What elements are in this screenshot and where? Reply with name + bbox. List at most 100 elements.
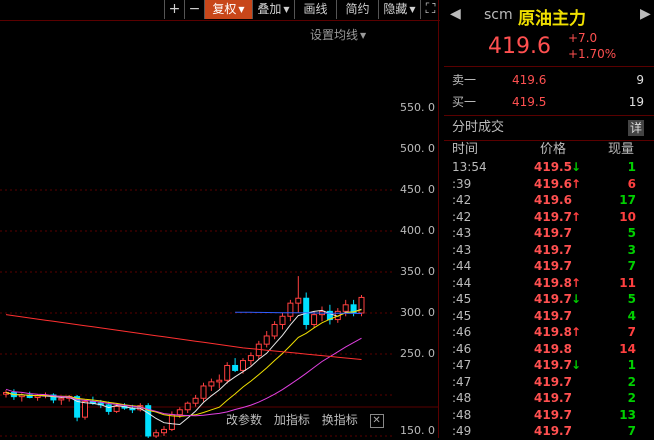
quote-panel: ◀ scm 原油主力 ▶ 419.6 +7.0 +1.70% 卖一 419.6 … [444, 0, 654, 438]
tick-row: :42 419.6 17 [444, 192, 654, 209]
tick-row: :46 419.8 ↑ 7 [444, 324, 654, 341]
jianyue-button[interactable]: 简约 [336, 0, 378, 19]
tick-row: :43 419.7 3 [444, 242, 654, 259]
tick-price: 419.7 [534, 242, 572, 257]
y-tick-label: 150. 0 [400, 424, 435, 437]
tick-price: 419.7 [534, 374, 572, 389]
fuquan-label: 复权 [212, 2, 237, 16]
next-contract-icon[interactable]: ▶ [640, 6, 651, 22]
tick-time: :48 [452, 391, 472, 405]
tick-row: :47 419.7 2 [444, 374, 654, 391]
candle-up [216, 379, 223, 383]
tick-price: 419.7 [534, 407, 572, 422]
tick-row: 13:54 419.5 ↓ 1 [444, 159, 654, 176]
ask-label: 卖一 [452, 73, 477, 87]
tick-volume: 11 [619, 275, 636, 290]
contract-name: 原油主力 [518, 9, 586, 29]
fullscreen-icon[interactable]: ⛶ [420, 0, 440, 19]
tick-row: :44 419.7 7 [444, 258, 654, 275]
tick-volume: 4 [627, 308, 636, 323]
tick-volume: 7 [627, 259, 636, 273]
tick-volume: 14 [619, 341, 636, 356]
tick-volume: 1 [627, 160, 636, 174]
tick-volume: 1 [627, 358, 636, 372]
yincang-button[interactable]: 隐藏 ▼ [378, 0, 420, 19]
tick-price: 419.5 [534, 160, 572, 174]
tick-row: :42 419.7 ↑ 10 [444, 209, 654, 226]
candle-up [287, 302, 294, 317]
order-book: 卖一 419.6 9 买一 419.5 19 [444, 67, 654, 116]
tick-price: 419.7 [534, 391, 572, 405]
candle-up [311, 314, 318, 325]
tick-volume: 2 [627, 391, 636, 405]
swap-indicator-link[interactable]: 换指标 [322, 413, 358, 427]
tick-volume: 3 [627, 242, 636, 257]
yincang-label: 隐藏 [383, 2, 408, 16]
modify-params-link[interactable]: 改参数 [226, 413, 262, 427]
tick-row: :46 419.8 14 [444, 341, 654, 358]
contract-code: scm [484, 7, 513, 23]
detail-button[interactable]: 详 [628, 120, 644, 136]
tick-row: :48 419.7 2 [444, 390, 654, 407]
candle-up [184, 402, 191, 411]
candle-up [295, 297, 302, 304]
tick-price: 419.7 [534, 226, 572, 240]
tick-time: :42 [452, 209, 472, 224]
tick-volume: 5 [627, 226, 636, 240]
bid-label: 买一 [452, 95, 477, 109]
y-tick-label: 400. 0 [400, 224, 435, 237]
col-volume: 现量 [608, 142, 635, 157]
tick-time: :45 [452, 308, 472, 323]
arrow-up-icon: ↑ [571, 209, 582, 224]
diejia-button[interactable]: 叠加 ▼ [252, 0, 294, 19]
candle-up [279, 315, 286, 325]
candlestick-chart[interactable] [0, 20, 438, 438]
tick-time: 13:54 [452, 160, 487, 174]
tick-volume: 10 [619, 209, 636, 224]
y-tick-label: 450. 0 [400, 183, 435, 196]
col-time: 时间 [452, 142, 479, 157]
change-value: +7.0 [568, 31, 598, 45]
prev-contract-icon[interactable]: ◀ [450, 6, 461, 22]
quote-header: ◀ scm 原油主力 ▶ 419.6 +7.0 +1.70% [444, 0, 654, 67]
fuquan-button[interactable]: 复权 ▼ [204, 0, 252, 19]
last-price: 419.6 [488, 34, 551, 59]
tick-price: 419.7 [534, 292, 572, 306]
ticks-table[interactable]: 13:54 419.5 ↓ 1:39 419.6 ↑ 6:42 419.6 17:42 419.7… [444, 159, 654, 440]
zoom-out-button[interactable]: − [184, 0, 204, 19]
ma20-line [5, 337, 362, 417]
tick-volume: 6 [627, 176, 636, 191]
candle-up [200, 385, 207, 399]
close-icon[interactable]: ✕ [369, 413, 384, 428]
tick-row: :45 419.7 ↓ 5 [444, 291, 654, 308]
y-tick-label: 500. 0 [400, 142, 435, 155]
tick-row: :49 419.7 7 [444, 423, 654, 440]
price-change: +7.0 +1.70% [568, 30, 616, 62]
indicator-links: 改参数 加指标 换指标 ✕ [226, 411, 392, 428]
y-tick-label: 550. 0 [400, 101, 435, 114]
huaxian-button[interactable]: 画线 [294, 0, 336, 19]
tick-time: :39 [452, 176, 472, 191]
ask-volume: 9 [636, 73, 644, 87]
ticks-section-header: 分时成交 详 [444, 116, 654, 141]
candle-down [232, 364, 239, 371]
tick-row: :43 419.7 5 [444, 225, 654, 242]
chart-toolbar: + − 复权 ▼ 叠加 ▼ 画线 简约 隐藏 ▼ ⛶ [0, 0, 440, 21]
arrow-down-icon: ↓ [571, 160, 582, 174]
candle-up [176, 409, 183, 416]
tick-row: :47 419.7 ↓ 1 [444, 357, 654, 374]
caret-down-icon: ▼ [283, 5, 290, 14]
add-indicator-link[interactable]: 加指标 [274, 413, 310, 427]
tick-row: :45 419.7 4 [444, 308, 654, 325]
candle-up [153, 432, 160, 437]
change-percent: +1.70% [568, 47, 617, 61]
diejia-label: 叠加 [257, 2, 282, 16]
tick-time: :43 [452, 242, 472, 257]
tick-row: :48 419.7 13 [444, 407, 654, 424]
candle-up [168, 414, 175, 430]
tick-time: :46 [452, 325, 472, 339]
candle-up [240, 360, 246, 371]
tick-time: :49 [452, 424, 472, 438]
caret-down-icon: ▼ [409, 5, 416, 14]
zoom-in-button[interactable]: + [164, 0, 184, 19]
